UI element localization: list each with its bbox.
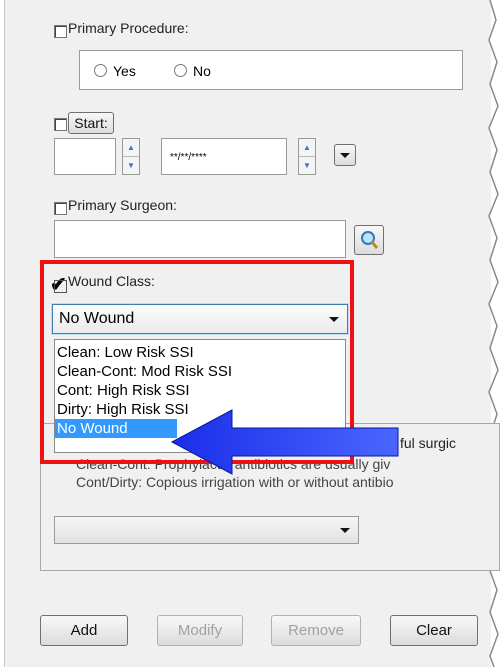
pointer-arrow-icon [170, 409, 399, 475]
clear-button[interactable]: Clear [390, 615, 478, 646]
modify-button[interactable]: Modify [157, 615, 243, 646]
remove-button[interactable]: Remove [271, 615, 361, 646]
add-button[interactable]: Add [40, 615, 128, 646]
